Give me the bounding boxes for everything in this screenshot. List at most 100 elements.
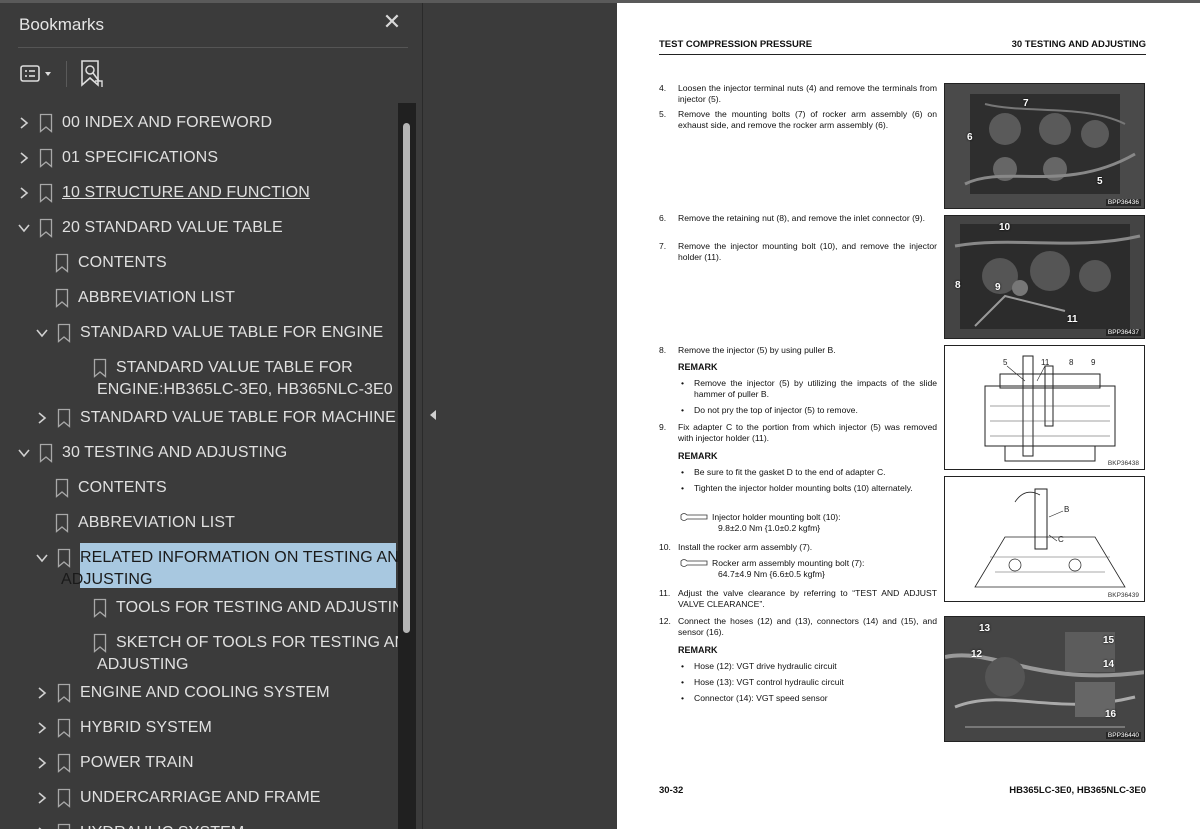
wrench-icon — [680, 559, 708, 567]
bookmark-item-30-testing-and-adjusting[interactable]: 30 TESTING AND ADJUSTING — [0, 436, 398, 471]
remark-label: REMARK — [678, 362, 718, 372]
bookmark-item-hydraulic-system[interactable]: HYDRAULIC SYSTEM — [0, 816, 398, 829]
bookmark-item-contents[interactable]: CONTENTS — [0, 471, 398, 506]
figure-rocker-arm: 7 6 5 BPP36436 — [944, 83, 1145, 209]
bookmark-icon — [57, 823, 71, 829]
bookmark-item-engine-and-cooling-system[interactable]: ENGINE AND COOLING SYSTEM — [0, 676, 398, 711]
bookmark-item-20-standard-value-table[interactable]: 20 STANDARD VALUE TABLE — [0, 211, 398, 246]
remark-bullet: • Remove the injector (5) by utilizing th… — [681, 378, 937, 399]
bookmark-label: TOOLS FOR TESTING AND ADJUSTING — [116, 599, 400, 616]
remark-bullet: • Be sure to fit the gasket D to the end … — [681, 467, 886, 477]
step-9: 9. Fix adapter C to the portion from whic… — [659, 422, 937, 443]
bookmark-item-undercarriage-and-frame[interactable]: UNDERCARRIAGE AND FRAME — [0, 781, 398, 816]
bookmark-options-button[interactable] — [20, 63, 60, 85]
figure-hoses-connectors: 13 12 15 14 16 BPP36440 — [944, 616, 1145, 742]
chevron-down-icon[interactable] — [35, 549, 49, 567]
step-12: 12. Connect the hoses (12) and (13), conn… — [659, 616, 937, 637]
figure-rocker-arm-illustration — [945, 84, 1144, 208]
bookmark-item-contents[interactable]: CONTENTS — [0, 246, 398, 281]
bookmark-item-hybrid-system[interactable]: HYBRID SYSTEM — [0, 711, 398, 746]
bookmark-icon — [57, 683, 71, 703]
bookmark-icon — [39, 218, 53, 238]
bookmark-label: RELATED INFORMATION ON TESTING AND — [80, 549, 400, 566]
chevron-right-icon[interactable] — [35, 824, 49, 829]
bookmark-item-01-specifications[interactable]: 01 SPECIFICATIONS — [0, 141, 398, 176]
bookmark-icon — [55, 288, 69, 308]
bookmark-scrollbar-thumb[interactable] — [403, 123, 410, 633]
chevron-right-icon[interactable] — [35, 754, 49, 772]
torque-spec-injector: Injector holder mounting bolt (10): 9.8±… — [679, 512, 939, 533]
chevron-right-icon[interactable] — [35, 719, 49, 737]
step-5: 5. Remove the mounting bolts (7) of rocke… — [659, 109, 937, 130]
bookmark-item-00-index-and-foreword[interactable]: 00 INDEX AND FOREWORD — [0, 106, 398, 141]
panel-title: Bookmarks — [19, 15, 105, 34]
step-10: 10. Install the rocker arm assembly (7). — [659, 542, 813, 552]
remark-label: REMARK — [678, 451, 718, 461]
panel-divider — [18, 47, 408, 48]
step-4: 4. Loosen the injector terminal nuts (4) … — [659, 83, 937, 104]
toolbar-divider — [66, 61, 67, 87]
page-header-left: TEST COMPRESSION PRESSURE — [659, 39, 813, 50]
remark-bullet: • Connector (14): VGT speed sensor — [681, 693, 828, 703]
bookmark-icon — [39, 113, 53, 133]
collapse-panel-button[interactable] — [426, 404, 440, 426]
step-7: 7. Remove the injector mounting bolt (10)… — [659, 241, 937, 262]
viewer-gutter — [444, 3, 617, 829]
bookmark-item-standard-value-table-for-engine[interactable]: STANDARD VALUE TABLE FOR ENGINE — [0, 316, 398, 351]
close-panel-button[interactable]: ✕ — [382, 11, 402, 35]
chevron-down-icon[interactable] — [35, 324, 49, 342]
bookmark-item-sketch-of-tools-for-testing-and[interactable]: SKETCH OF TOOLS FOR TESTING AND ADJUSTING — [0, 626, 400, 673]
bookmark-item-abbreviation-list[interactable]: ABBREVIATION LIST — [0, 281, 398, 316]
bookmark-label: CONTENTS — [78, 254, 167, 271]
chevron-right-icon[interactable] — [35, 789, 49, 807]
bookmark-item-power-train[interactable]: POWER TRAIN — [0, 746, 398, 781]
remark-bullet: • Tighten the injector holder mounting bo… — [681, 483, 913, 493]
bookmark-item-related-information-on-testing-and[interactable]: RELATED INFORMATION ON TESTING AND ADJUST… — [0, 541, 400, 588]
bookmark-label: STANDARD VALUE TABLE FOR ENGINE — [80, 324, 384, 341]
chevron-down-icon[interactable] — [17, 219, 31, 237]
figure-injector-holder-illustration — [945, 216, 1144, 338]
chevron-right-icon[interactable] — [35, 684, 49, 702]
figure-adapter-drawing: B C BKP36439 — [944, 476, 1145, 602]
bookmark-icon — [93, 598, 107, 618]
chevron-right-icon[interactable] — [35, 409, 49, 427]
figure-adapter-illustration — [974, 488, 1126, 588]
bookmark-label: HYDRAULIC SYSTEM — [80, 824, 244, 829]
bookmark-item-standard-value-table-for-machine[interactable]: STANDARD VALUE TABLE FOR MACHINE — [0, 401, 398, 436]
chevron-right-icon[interactable] — [17, 114, 31, 132]
bookmark-icon — [93, 633, 107, 653]
bookmark-icon — [55, 478, 69, 498]
bookmark-tree: 00 INDEX AND FOREWORD 01 SPECIFICATIONS 10… — [0, 103, 400, 829]
bookmark-icon — [93, 358, 107, 378]
page-footer-left: 30-32 — [659, 785, 684, 796]
add-bookmark-button[interactable] — [78, 59, 104, 89]
bookmark-label: 01 SPECIFICATIONS — [62, 149, 219, 166]
bookmark-item-tools-for-testing-and-adjusting[interactable]: TOOLS FOR TESTING AND ADJUSTING — [0, 591, 400, 626]
chevron-down-icon[interactable] — [17, 444, 31, 462]
step-11: 11. Adjust the valve clearance by referri… — [659, 588, 937, 609]
bookmark-item-10-structure-and-function[interactable]: 10 STRUCTURE AND FUNCTION — [0, 176, 398, 211]
bookmark-icon — [57, 323, 71, 343]
bookmark-label: SKETCH OF TOOLS FOR TESTING AND — [116, 634, 400, 651]
bookmark-icon — [57, 718, 71, 738]
bookmark-label: STANDARD VALUE TABLE FOR MACHINE — [80, 409, 396, 426]
bookmark-label: HYBRID SYSTEM — [80, 719, 212, 736]
chevron-right-icon[interactable] — [17, 149, 31, 167]
figure-puller-drawing: 5 11 8 9 BKP36438 — [944, 345, 1145, 470]
bookmark-label: 10 STRUCTURE AND FUNCTION — [62, 184, 310, 201]
bookmark-icon — [57, 788, 71, 808]
bookmark-icon — [55, 253, 69, 273]
bookmark-label: POWER TRAIN — [80, 754, 194, 771]
step-8: 8. Remove the injector (5) by using pulle… — [659, 345, 836, 355]
bookmark-label-continued: ENGINE:HB365LC-3E0, HB365NLC-3E0 — [97, 381, 393, 398]
chevron-right-icon[interactable] — [17, 184, 31, 202]
chevron-left-icon — [430, 410, 436, 420]
bookmark-icon — [57, 408, 71, 428]
bookmark-label: ABBREVIATION LIST — [78, 514, 235, 531]
bookmark-label: STANDARD VALUE TABLE FOR — [116, 359, 353, 376]
bookmark-item-standard-value-table-for[interactable]: STANDARD VALUE TABLE FOR ENGINE:HB365LC-3… — [0, 351, 398, 398]
bookmark-label: 20 STANDARD VALUE TABLE — [62, 219, 283, 236]
bookmark-item-abbreviation-list[interactable]: ABBREVIATION LIST — [0, 506, 398, 541]
bookmark-label-continued: ADJUSTING — [61, 571, 153, 588]
bookmark-label: UNDERCARRIAGE AND FRAME — [80, 789, 321, 806]
